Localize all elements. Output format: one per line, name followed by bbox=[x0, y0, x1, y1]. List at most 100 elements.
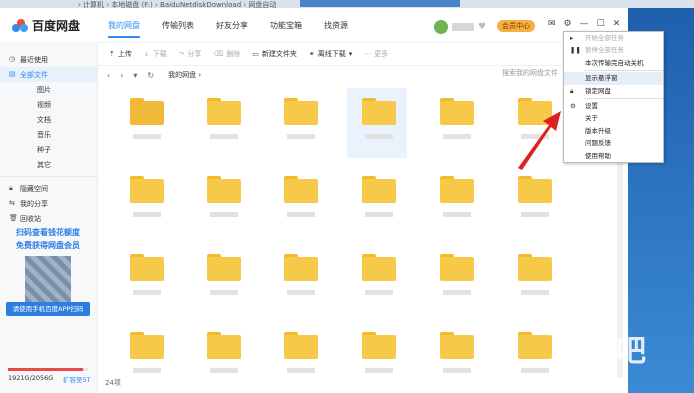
sidebar-item-label: 我的分享 bbox=[20, 199, 48, 208]
search-input[interactable]: 搜索我的网盘文件 bbox=[502, 68, 558, 78]
file-item[interactable] bbox=[425, 322, 485, 392]
upload-button[interactable]: ⇡ 上传 bbox=[109, 49, 132, 59]
dropdown-icon[interactable]: ▾ bbox=[133, 71, 137, 80]
file-item[interactable] bbox=[347, 88, 407, 158]
share-label: 分享 bbox=[187, 49, 202, 58]
breadcrumb-root: 我的网盘 bbox=[168, 71, 197, 79]
folder-icon bbox=[284, 98, 318, 125]
close-icon[interactable]: ✕ bbox=[613, 19, 621, 29]
sidebar-item-docs[interactable]: 文档 bbox=[0, 112, 97, 127]
divider bbox=[0, 176, 97, 177]
file-name-blurred bbox=[210, 368, 238, 373]
file-item[interactable] bbox=[115, 166, 175, 236]
sidebar-item-my-share[interactable]: ⇆ 我的分享 bbox=[0, 196, 97, 211]
file-item[interactable] bbox=[269, 88, 329, 158]
file-item[interactable] bbox=[425, 244, 485, 314]
new-folder-icon: ▭ bbox=[252, 49, 259, 58]
gear-icon[interactable]: ⚙ bbox=[564, 19, 572, 29]
sidebar-item-hidden-space[interactable]: 🔒︎ 隐藏空间 bbox=[0, 181, 97, 196]
sidebar-item-recycle-bin[interactable]: 🗑︎ 回收站 bbox=[0, 211, 97, 226]
refresh-icon[interactable]: ↻ bbox=[147, 71, 154, 80]
menu-item-start-all[interactable]: ▸ 开始全部任务 bbox=[564, 32, 663, 44]
file-name-blurred bbox=[521, 212, 549, 217]
forward-icon[interactable]: › bbox=[120, 71, 123, 80]
share-button[interactable]: ⤳ 分享 bbox=[179, 49, 202, 59]
avatar[interactable] bbox=[434, 20, 448, 34]
sidebar-item-images[interactable]: 图片 bbox=[0, 82, 97, 97]
lock-icon: 🔒︎ bbox=[9, 184, 13, 192]
file-item[interactable] bbox=[347, 166, 407, 236]
menu-item-pause-all[interactable]: ❚❚ 暂停全部任务 bbox=[564, 44, 663, 56]
trash-icon: 🗑︎ bbox=[9, 214, 18, 222]
menu-item-about[interactable]: 关于 bbox=[564, 112, 663, 124]
menu-item-upgrade[interactable]: 版本升级 bbox=[564, 125, 663, 137]
menu-item-lock-disk[interactable]: 🔒︎ 锁定网盘 bbox=[564, 85, 663, 97]
promo-line-1: 扫码查看钱花额度 bbox=[16, 228, 80, 237]
vip-center-button[interactable]: 会员中心 bbox=[497, 20, 535, 32]
file-name-blurred bbox=[133, 212, 161, 217]
file-name-blurred bbox=[521, 290, 549, 295]
file-item[interactable] bbox=[115, 322, 175, 392]
user-name-blurred bbox=[452, 23, 474, 31]
download-icon: ⇣ bbox=[143, 49, 150, 58]
more-button[interactable]: ⋯ 更多 bbox=[364, 49, 388, 59]
file-name-blurred bbox=[365, 368, 393, 373]
menu-item-settings[interactable]: ⚙ 设置 bbox=[564, 100, 663, 112]
watermark-logo: 下载吧 bbox=[560, 334, 646, 369]
file-item[interactable] bbox=[192, 166, 252, 236]
menu-item-help[interactable]: 使用帮助 bbox=[564, 150, 663, 162]
menu-item-floating-window[interactable]: 显示悬浮窗 bbox=[564, 72, 663, 85]
file-item[interactable] bbox=[192, 88, 252, 158]
menu-item-feedback[interactable]: 问题反馈 bbox=[564, 137, 663, 149]
back-icon[interactable]: ‹ bbox=[107, 71, 110, 80]
file-item[interactable] bbox=[425, 88, 485, 158]
folder-icon bbox=[284, 176, 318, 203]
sidebar-item-videos[interactable]: 视频 bbox=[0, 97, 97, 112]
download-button[interactable]: ⇣ 下载 bbox=[144, 49, 167, 59]
sidebar-item-label: 回收站 bbox=[20, 214, 41, 223]
gear-icon: ⚙ bbox=[570, 101, 576, 110]
file-item[interactable] bbox=[425, 166, 485, 236]
tab-find-resources[interactable]: 找资源 bbox=[324, 20, 348, 31]
new-folder-button[interactable]: ▭ 新建文件夹 bbox=[252, 49, 297, 59]
file-item[interactable] bbox=[503, 322, 563, 392]
mail-icon[interactable]: ✉ bbox=[548, 19, 556, 29]
breadcrumb[interactable]: 我的网盘 › bbox=[168, 70, 201, 80]
more-icon: ⋯ bbox=[364, 49, 372, 58]
promo-scan-button[interactable]: 请使用手机百度APP扫码 bbox=[6, 302, 90, 316]
tab-my-disk[interactable]: 我的网盘 bbox=[108, 20, 140, 38]
delete-button[interactable]: ⌫ 删除 bbox=[213, 49, 240, 59]
file-item[interactable] bbox=[503, 166, 563, 236]
file-item[interactable] bbox=[115, 88, 175, 158]
tab-transfer-list[interactable]: 传输列表 bbox=[162, 20, 194, 31]
sidebar-item-all-files[interactable]: ▤ 全部文件 bbox=[0, 67, 97, 82]
file-item[interactable] bbox=[269, 166, 329, 236]
sidebar-item-music[interactable]: 音乐 bbox=[0, 127, 97, 142]
tab-toolbox[interactable]: 功能宝箱 bbox=[270, 20, 302, 31]
expand-storage-link[interactable]: 扩容至5T bbox=[63, 374, 91, 384]
file-item[interactable] bbox=[503, 244, 563, 314]
promo-banner[interactable]: 扫码查看钱花额度 免费获得网盘会员 请使用手机百度APP扫码 bbox=[4, 226, 92, 318]
folder-icon bbox=[130, 254, 164, 281]
file-item[interactable] bbox=[115, 244, 175, 314]
folder-icon bbox=[130, 176, 164, 203]
file-name-blurred bbox=[365, 212, 393, 217]
file-item[interactable] bbox=[347, 244, 407, 314]
sidebar-item-other[interactable]: 其它 bbox=[0, 157, 97, 172]
maximize-icon[interactable]: ☐ bbox=[597, 19, 605, 29]
tab-friend-share[interactable]: 好友分享 bbox=[216, 20, 248, 31]
file-item[interactable] bbox=[192, 244, 252, 314]
sidebar-item-torrents[interactable]: 种子 bbox=[0, 142, 97, 157]
file-item[interactable] bbox=[192, 322, 252, 392]
minimize-icon[interactable]: — bbox=[580, 19, 589, 29]
app-name: 百度网盘 bbox=[32, 19, 81, 33]
file-item[interactable] bbox=[347, 322, 407, 392]
folder-icon bbox=[518, 176, 552, 203]
file-item[interactable] bbox=[269, 322, 329, 392]
offline-download-button[interactable]: ⚭ 离线下载 ▾ bbox=[309, 49, 352, 59]
menu-item-auto-shutdown[interactable]: 本次传输完自动关机 bbox=[564, 57, 663, 69]
file-item[interactable] bbox=[269, 244, 329, 314]
user-info[interactable]: ♥ bbox=[434, 20, 486, 34]
sidebar-item-recent[interactable]: ◷ 最近使用 bbox=[0, 52, 97, 67]
app-logo: 百度网盘 bbox=[12, 17, 80, 34]
